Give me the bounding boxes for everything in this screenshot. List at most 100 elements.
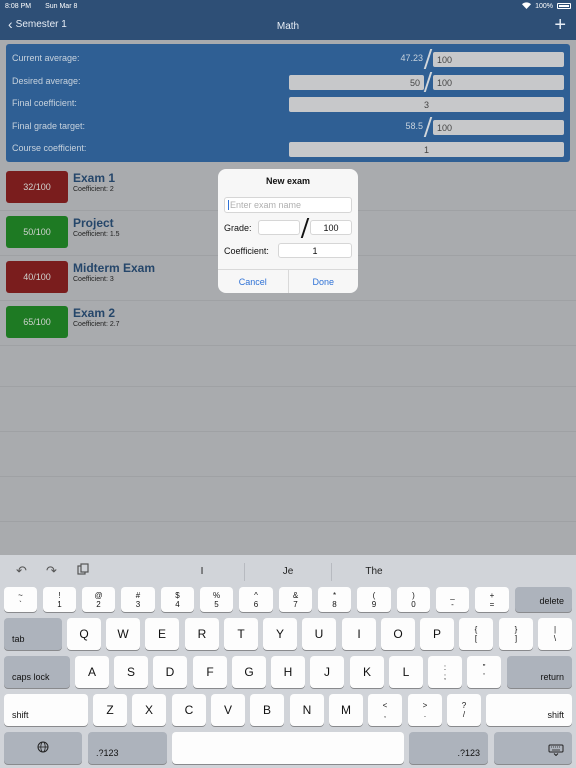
key-o[interactable]: O <box>381 618 415 650</box>
key-t[interactable]: T <box>224 618 258 650</box>
key-w[interactable]: W <box>106 618 140 650</box>
exam-name-input[interactable]: Enter exam name <box>224 197 352 213</box>
key-d[interactable]: D <box>153 656 187 688</box>
key[interactable]: | \ <box>538 618 572 650</box>
final-target-max: 100 <box>433 120 564 135</box>
key[interactable]: <, <box>368 694 402 726</box>
key-n[interactable]: N <box>290 694 324 726</box>
key[interactable]: ? / <box>447 694 481 726</box>
undo-icon[interactable]: ↶ <box>16 563 27 579</box>
cancel-button[interactable]: Cancel <box>218 270 289 293</box>
key[interactable]: $4 <box>161 587 194 612</box>
course-coefficient-input[interactable]: 1 <box>289 142 564 157</box>
key-v[interactable]: V <box>211 694 245 726</box>
dialog-title: New exam <box>265 176 311 186</box>
list-item[interactable]: 65/100 Exam 2 Coefficient: 2.7 <box>0 301 576 346</box>
plus-icon[interactable]: + <box>554 14 566 37</box>
final-coefficient-input[interactable]: 3 <box>289 97 564 112</box>
dismiss-keyboard-key[interactable] <box>494 732 572 764</box>
redo-icon[interactable]: ↷ <box>46 563 57 579</box>
globe-icon <box>37 741 49 756</box>
current-average-value: 47.23 <box>400 53 423 63</box>
key-p[interactable]: P <box>420 618 454 650</box>
key[interactable]: _ - <box>436 587 469 612</box>
current-average-row: Current average: 47.23 100 <box>6 49 570 69</box>
status-date: Sun Mar 8 <box>45 2 78 10</box>
key[interactable]: #3 <box>121 587 155 612</box>
suggestion-item[interactable]: The <box>334 566 414 577</box>
key[interactable]: ! 1 <box>43 587 76 612</box>
key-z[interactable]: Z <box>93 694 127 726</box>
globe-key[interactable] <box>4 732 82 764</box>
key-m[interactable]: M <box>329 694 363 726</box>
key[interactable]: @2 <box>82 587 115 612</box>
key-a[interactable]: A <box>75 656 109 688</box>
done-button[interactable]: Done <box>289 270 359 293</box>
dialog-buttons: Cancel Done <box>218 269 358 293</box>
key-g[interactable]: G <box>232 656 266 688</box>
key-f[interactable]: F <box>193 656 227 688</box>
key-r[interactable]: R <box>185 618 219 650</box>
key[interactable]: & 7 <box>279 587 312 612</box>
key-i[interactable]: I <box>342 618 376 650</box>
caps-lock-key[interactable]: caps lock <box>4 656 70 688</box>
tab-key[interactable]: tab <box>4 618 62 650</box>
key-b[interactable]: B <box>250 694 284 726</box>
key[interactable]: >. <box>408 694 442 726</box>
numbers-key-left[interactable]: .?123 <box>88 732 167 764</box>
delete-key[interactable]: delete <box>515 587 572 612</box>
key-h[interactable]: H <box>271 656 305 688</box>
key-e[interactable]: E <box>145 618 179 650</box>
text-cursor <box>228 200 229 210</box>
key[interactable]: {[ <box>459 618 493 650</box>
key[interactable]: (9 <box>357 587 391 612</box>
summary-panel: Current average: 47.23 100 Desired avera… <box>6 44 570 162</box>
grade-max-input[interactable]: 100 <box>310 220 352 235</box>
status-time: 8:08 PM <box>5 2 32 10</box>
exam-name: Midterm Exam <box>73 261 156 275</box>
wifi-icon <box>522 1 532 11</box>
key[interactable]: " ' <box>467 656 501 688</box>
shift-key-right[interactable]: shift <box>486 694 572 726</box>
numbers-key-right[interactable]: .?123 <box>409 732 488 764</box>
keyboard: ↶ ↷ I Je The ~ ` ! 1 @2 #3 $4 % 5 ^ 6 & 7 * 8 … <box>0 555 576 768</box>
key-x[interactable]: X <box>132 694 166 726</box>
suggestion-item[interactable]: I <box>162 566 242 577</box>
exam-coefficient: Coefficient: 2.7 <box>73 321 120 328</box>
key-k[interactable]: K <box>350 656 384 688</box>
key[interactable]: }] <box>499 618 533 650</box>
grade-input[interactable] <box>258 220 300 235</box>
row-separator <box>0 521 576 522</box>
exam-coefficient: Coefficient: 3 <box>73 276 114 283</box>
paste-icon[interactable] <box>77 563 89 578</box>
exam-name: Exam 1 <box>73 171 116 185</box>
shift-key-left[interactable]: shift <box>4 694 88 726</box>
key-j[interactable]: J <box>310 656 344 688</box>
space-key[interactable] <box>172 732 404 764</box>
key-u[interactable]: U <box>302 618 336 650</box>
key-l[interactable]: L <box>389 656 423 688</box>
exam-name: Exam 2 <box>73 306 116 320</box>
return-key[interactable]: return <box>507 656 572 688</box>
suggestion-item[interactable]: Je <box>248 566 328 577</box>
desired-average-max-input[interactable]: 100 <box>433 75 564 90</box>
key[interactable]: ^ 6 <box>239 587 273 612</box>
key-q[interactable]: Q <box>67 618 101 650</box>
key-y[interactable]: Y <box>263 618 297 650</box>
coefficient-input[interactable]: 1 <box>278 243 352 258</box>
desired-average-input[interactable]: 50 <box>289 75 424 90</box>
slash-divider <box>423 117 433 137</box>
back-button[interactable]: ‹ Semester 1 <box>8 17 67 31</box>
row-separator <box>0 386 576 387</box>
keyboard-hide-icon <box>548 744 564 759</box>
key[interactable]: % 5 <box>200 587 233 612</box>
key[interactable]: ~ ` <box>4 587 37 612</box>
key[interactable]: + = <box>475 587 509 612</box>
final-target-label: Final grade target: <box>12 121 86 131</box>
key-c[interactable]: C <box>172 694 206 726</box>
key[interactable]: ) 0 <box>397 587 430 612</box>
key[interactable]: :; <box>428 656 462 688</box>
key-s[interactable]: S <box>114 656 148 688</box>
key[interactable]: * 8 <box>318 587 351 612</box>
back-label: Semester 1 <box>15 18 67 30</box>
